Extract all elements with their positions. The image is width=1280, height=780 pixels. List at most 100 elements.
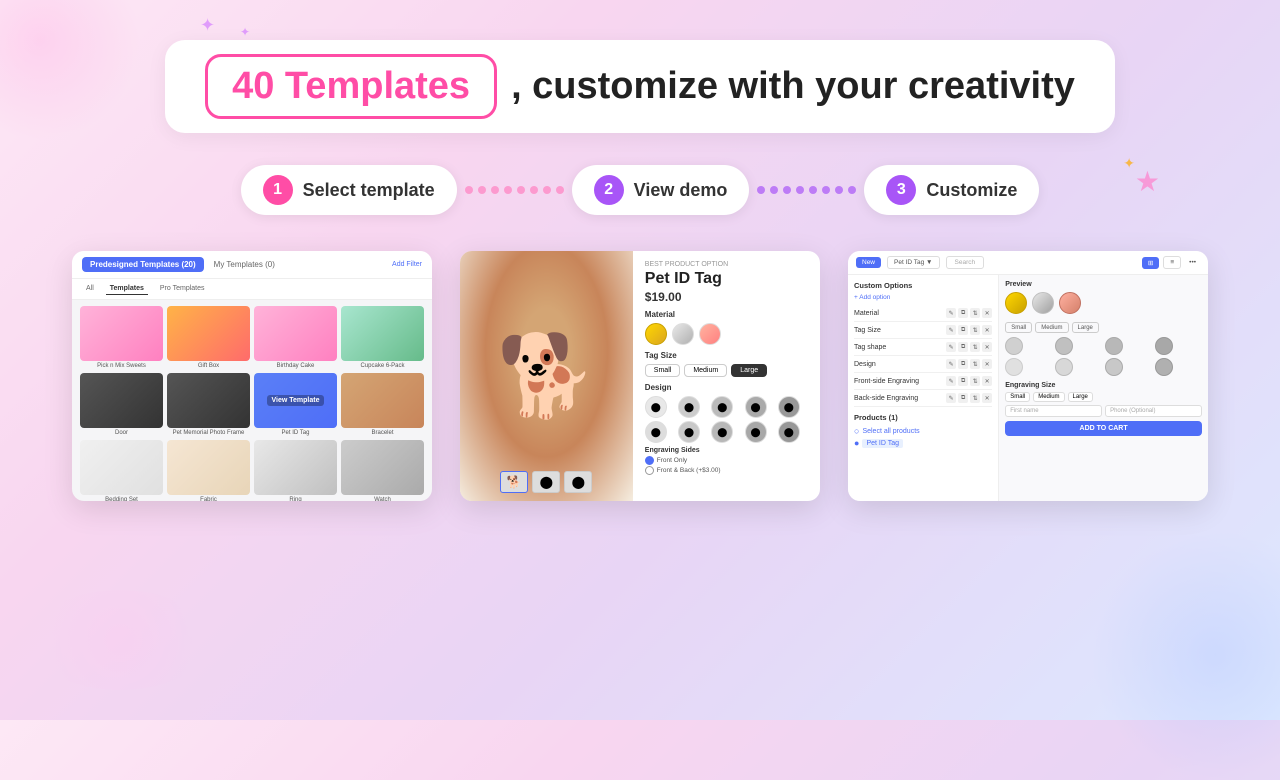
more-options-btn[interactable]: ••• — [1185, 257, 1200, 268]
swatch-rose[interactable] — [1059, 292, 1081, 314]
move-icon[interactable]: ⇅ — [970, 308, 980, 318]
step-2[interactable]: 2 View demo — [572, 165, 750, 215]
list-item[interactable]: Gift Box — [167, 306, 250, 369]
template-item-frame[interactable] — [167, 373, 250, 428]
filter-pro[interactable]: Pro Templates — [156, 283, 209, 295]
design-swatch[interactable] — [1155, 337, 1173, 355]
swatch-silver[interactable] — [1032, 292, 1054, 314]
edit-icon[interactable]: ✎ — [946, 376, 956, 386]
list-item[interactable]: Watch — [341, 440, 424, 501]
copy-icon[interactable]: ⧉ — [958, 376, 968, 386]
material-rose[interactable] — [699, 323, 721, 345]
template-item-bracelet[interactable] — [341, 373, 424, 428]
design-8[interactable]: ⬤ — [711, 421, 733, 443]
move-icon[interactable]: ⇅ — [970, 359, 980, 369]
add-to-cart-btn[interactable]: ADD TO CART — [1005, 421, 1202, 436]
design-swatch[interactable] — [1055, 358, 1073, 376]
product-item-tag[interactable]: ● Pet ID Tag — [854, 438, 992, 448]
admin-search-input[interactable]: Search — [946, 256, 985, 269]
thumb-3[interactable]: ⬤ — [564, 471, 592, 493]
filter-templates[interactable]: Templates — [106, 283, 148, 295]
list-item[interactable]: Fabric — [167, 440, 250, 501]
delete-icon[interactable]: ✕ — [982, 342, 992, 352]
step-1[interactable]: 1 Select template — [241, 165, 457, 215]
design-swatch[interactable] — [1155, 358, 1173, 376]
new-button[interactable]: New — [856, 257, 881, 268]
product-filter-select[interactable]: Pet ID Tag ▼ — [887, 256, 939, 269]
first-name-input[interactable]: First name — [1005, 405, 1102, 417]
size-chip-small[interactable]: Small — [1005, 322, 1032, 333]
size-chip-large[interactable]: Large — [1072, 322, 1099, 333]
delete-icon[interactable]: ✕ — [982, 359, 992, 369]
phone-input[interactable]: Phone (Optional) — [1105, 405, 1202, 417]
design-7[interactable]: ⬤ — [678, 421, 700, 443]
list-item[interactable]: Door — [80, 373, 163, 436]
template-item-gift[interactable] — [167, 306, 250, 361]
design-swatch[interactable] — [1105, 358, 1123, 376]
edit-icon[interactable]: ✎ — [946, 308, 956, 318]
size-medium[interactable]: Medium — [684, 364, 727, 377]
design-5[interactable]: ⬤ — [778, 396, 800, 418]
template-item-bedding[interactable] — [80, 440, 163, 495]
engraving-front-back[interactable]: Front & Back (+$3.00) — [645, 466, 808, 475]
design-9[interactable]: ⬤ — [745, 421, 767, 443]
move-icon[interactable]: ⇅ — [970, 325, 980, 335]
move-icon[interactable]: ⇅ — [970, 342, 980, 352]
design-swatch[interactable] — [1105, 337, 1123, 355]
template-item-ring[interactable] — [254, 440, 337, 495]
list-item[interactable]: View Template Pet ID Tag — [254, 373, 337, 436]
design-swatch[interactable] — [1055, 337, 1073, 355]
delete-icon[interactable]: ✕ — [982, 393, 992, 403]
move-icon[interactable]: ⇅ — [970, 376, 980, 386]
filter-all[interactable]: All — [82, 283, 98, 295]
swatch-gold[interactable] — [1005, 292, 1027, 314]
edit-icon[interactable]: ✎ — [946, 359, 956, 369]
design-1[interactable]: ⬤ — [645, 396, 667, 418]
design-6[interactable]: ⬤ — [645, 421, 667, 443]
size-large-chip[interactable]: Large — [1068, 392, 1093, 402]
active-view-btn[interactable]: ⊞ — [1142, 257, 1159, 269]
design-3[interactable]: ⬤ — [711, 396, 733, 418]
edit-icon[interactable]: ✎ — [946, 342, 956, 352]
thumb-1[interactable]: 🐕 — [500, 471, 528, 493]
design-swatch[interactable] — [1005, 358, 1023, 376]
template-item-watch[interactable] — [341, 440, 424, 495]
list-item[interactable]: Bracelet — [341, 373, 424, 436]
select-products-row[interactable]: ○ Select all products — [854, 426, 992, 436]
template-item-fabric[interactable] — [167, 440, 250, 495]
copy-icon[interactable]: ⧉ — [958, 359, 968, 369]
template-item-tag[interactable]: View Template — [254, 373, 337, 428]
copy-icon[interactable]: ⧉ — [958, 308, 968, 318]
sc1-tab-my[interactable]: My Templates (0) — [206, 257, 283, 272]
list-item[interactable]: Bedding Set — [80, 440, 163, 501]
material-silver[interactable] — [672, 323, 694, 345]
size-small[interactable]: Small — [645, 364, 681, 377]
list-item[interactable]: Cupcake 6-Pack — [341, 306, 424, 369]
design-swatch[interactable] — [1005, 337, 1023, 355]
add-filter-btn[interactable]: Add Filter — [392, 261, 422, 268]
delete-icon[interactable]: ✕ — [982, 376, 992, 386]
template-item-cupcake[interactable] — [341, 306, 424, 361]
list-item[interactable]: Pet Memorial Photo Frame — [167, 373, 250, 436]
move-icon[interactable]: ⇅ — [970, 393, 980, 403]
design-10[interactable]: ⬤ — [778, 421, 800, 443]
list-item[interactable]: Pick n Mix Sweets — [80, 306, 163, 369]
template-item-cake[interactable] — [254, 306, 337, 361]
sc1-tab-predesigned[interactable]: Predesigned Templates (20) — [82, 257, 204, 272]
list-item[interactable]: Birthday Cake — [254, 306, 337, 369]
thumb-2[interactable]: ⬤ — [532, 471, 560, 493]
size-large[interactable]: Large — [731, 364, 767, 377]
copy-icon[interactable]: ⧉ — [958, 393, 968, 403]
list-view-btn[interactable]: ≡ — [1163, 256, 1181, 269]
engraving-front[interactable]: Front Only — [645, 456, 808, 465]
list-item[interactable]: Ring — [254, 440, 337, 501]
design-4[interactable]: ⬤ — [745, 396, 767, 418]
size-small-chip[interactable]: Small — [1005, 392, 1030, 402]
delete-icon[interactable]: ✕ — [982, 308, 992, 318]
design-2[interactable]: ⬤ — [678, 396, 700, 418]
size-chip-medium[interactable]: Medium — [1035, 322, 1068, 333]
add-option-link[interactable]: + Add option — [854, 294, 992, 301]
copy-icon[interactable]: ⧉ — [958, 342, 968, 352]
edit-icon[interactable]: ✎ — [946, 393, 956, 403]
material-gold[interactable] — [645, 323, 667, 345]
